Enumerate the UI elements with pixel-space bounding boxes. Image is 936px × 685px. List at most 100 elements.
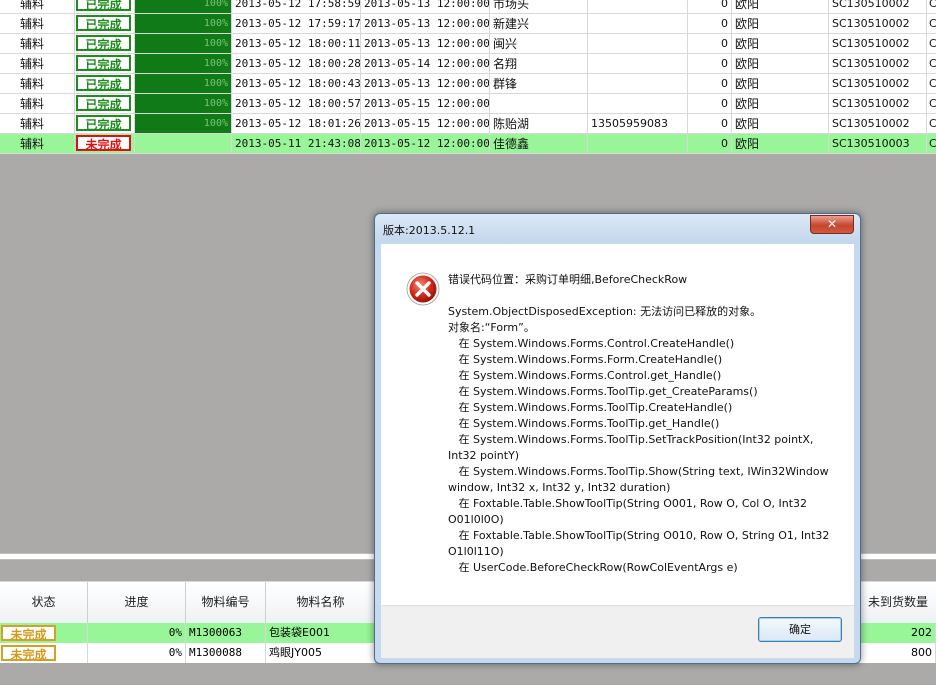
cell-progress[interactable] [135,134,232,154]
cell-status[interactable]: 已完成 [75,54,135,74]
table-row[interactable]: 辅料 已完成 100% 2013-05-12 18:01:26 2013-05-15 1… [0,114,936,134]
cell-due-date[interactable]: 2013-05-15 12:00:00 [361,94,490,114]
header-material-name[interactable]: 物料名称 [266,582,376,624]
cell-progress[interactable]: 100% [135,14,232,34]
cell-overflow[interactable]: C [927,74,936,94]
cell-quantity[interactable]: 0 [688,74,732,94]
cell-type[interactable]: 辅料 [0,14,75,34]
cell-status[interactable]: 已完成 [75,74,135,94]
cell-progress[interactable]: 0% [88,623,186,643]
cell-undelivered-qty[interactable]: 202 [860,623,936,643]
header-status[interactable]: 状态 [0,582,88,624]
cell-order-date[interactable]: 2013-05-12 18:01:26 [232,114,361,134]
cell-quantity[interactable]: 0 [688,94,732,114]
cell-progress[interactable]: 0% [88,643,186,663]
cell-order-date[interactable]: 2013-05-12 18:00:57 [232,94,361,114]
cell-material-name[interactable]: 包装袋E001 [266,623,376,643]
cell-progress[interactable]: 100% [135,114,232,134]
cell-supplier[interactable] [490,94,588,114]
cell-progress[interactable]: 100% [135,54,232,74]
cell-status[interactable]: 未完成 [0,623,88,643]
cell-status[interactable]: 已完成 [75,34,135,54]
table-row[interactable]: 辅料 已完成 100% 2013-05-12 18:00:11 2013-05-13 1… [0,34,936,54]
cell-status[interactable]: 未完成 [75,134,135,154]
table-row[interactable]: 辅料 已完成 100% 2013-05-12 18:00:43 2013-05-13 1… [0,74,936,94]
cell-type[interactable]: 辅料 [0,0,75,14]
cell-order-date[interactable]: 2013-05-11 21:43:08 [232,134,361,154]
cell-person[interactable]: 欧阳 [732,0,829,14]
cell-undelivered-qty[interactable]: 800 [860,643,936,663]
cell-order-code[interactable]: SC130510002 [829,14,927,34]
table-row[interactable]: 辅料 未完成 2013-05-11 21:43:08 2013-05-12 12:00… [0,134,936,154]
cell-supplier[interactable]: 新建兴 [490,14,588,34]
cell-quantity[interactable]: 0 [688,0,732,14]
cell-progress[interactable]: 100% [135,34,232,54]
cell-due-date[interactable]: 2013-05-13 12:00:00 [361,14,490,34]
cell-phone[interactable] [588,14,688,34]
cell-overflow[interactable]: C [927,34,936,54]
table-row[interactable]: 辅料 已完成 100% 2013-05-12 17:59:17 2013-05-13 1… [0,14,936,34]
cell-status[interactable]: 已完成 [75,14,135,34]
cell-overflow[interactable]: C [927,94,936,114]
cell-due-date[interactable]: 2013-05-13 12:00:00 [361,34,490,54]
cell-order-code[interactable]: SC130510002 [829,74,927,94]
table-row[interactable]: 辅料 已完成 100% 2013-05-12 18:00:57 2013-05-15 1… [0,94,936,114]
cell-progress[interactable]: 100% [135,0,232,14]
cell-phone[interactable] [588,54,688,74]
cell-person[interactable]: 欧阳 [732,74,829,94]
cell-type[interactable]: 辅料 [0,94,75,114]
header-undelivered-qty[interactable]: 未到货数量 [860,582,936,624]
cell-phone[interactable] [588,94,688,114]
cell-quantity[interactable]: 0 [688,134,732,154]
table-row[interactable]: 辅料 已完成 100% 2013-05-12 18:00:28 2013-05-14 1… [0,54,936,74]
cell-order-date[interactable]: 2013-05-12 18:00:43 [232,74,361,94]
cell-quantity[interactable]: 0 [688,34,732,54]
cell-progress[interactable]: 100% [135,94,232,114]
cell-phone[interactable] [588,134,688,154]
cell-person[interactable]: 欧阳 [732,114,829,134]
cell-phone[interactable] [588,74,688,94]
header-material-code[interactable]: 物料编号 [186,582,266,624]
cell-order-date[interactable]: 2013-05-12 17:58:59 [232,0,361,14]
cell-overflow[interactable]: C [927,14,936,34]
cell-status[interactable]: 已完成 [75,94,135,114]
cell-supplier[interactable]: 市场头 [490,0,588,14]
cell-type[interactable]: 辅料 [0,34,75,54]
cell-quantity[interactable]: 0 [688,54,732,74]
cell-supplier[interactable]: 名翔 [490,54,588,74]
ok-button[interactable]: 确定 [758,617,842,642]
dialog-titlebar[interactable]: 版本:2013.5.12.1 ✕ [375,214,860,244]
cell-phone[interactable] [588,34,688,54]
cell-person[interactable]: 欧阳 [732,34,829,54]
cell-due-date[interactable]: 2013-05-15 12:00:00 [361,114,490,134]
cell-overflow[interactable]: C [927,134,936,154]
cell-person[interactable]: 欧阳 [732,54,829,74]
cell-quantity[interactable]: 0 [688,14,732,34]
close-button[interactable]: ✕ [810,215,854,234]
cell-order-date[interactable]: 2013-05-12 18:00:28 [232,54,361,74]
cell-supplier[interactable]: 陈贻湖 [490,114,588,134]
cell-order-code[interactable]: SC130510002 [829,34,927,54]
cell-due-date[interactable]: 2013-05-12 12:00:00 [361,134,490,154]
cell-overflow[interactable]: C [927,0,936,14]
cell-type[interactable]: 辅料 [0,74,75,94]
cell-overflow[interactable]: C [927,54,936,74]
cell-supplier[interactable]: 佳德鑫 [490,134,588,154]
cell-order-code[interactable]: SC130510002 [829,114,927,134]
cell-supplier[interactable]: 群锋 [490,74,588,94]
cell-overflow[interactable]: C [927,114,936,134]
cell-type[interactable]: 辅料 [0,114,75,134]
cell-person[interactable]: 欧阳 [732,14,829,34]
cell-status[interactable]: 已完成 [75,0,135,14]
cell-order-date[interactable]: 2013-05-12 18:00:11 [232,34,361,54]
table-row[interactable]: 辅料 已完成 100% 2013-05-12 17:58:59 2013-05-13 1… [0,0,936,14]
cell-phone[interactable]: 13505959083 [588,114,688,134]
cell-due-date[interactable]: 2013-05-14 12:00:00 [361,54,490,74]
cell-quantity[interactable]: 0 [688,114,732,134]
cell-supplier[interactable]: 闽兴 [490,34,588,54]
cell-person[interactable]: 欧阳 [732,134,829,154]
cell-status[interactable]: 已完成 [75,114,135,134]
cell-type[interactable]: 辅料 [0,134,75,154]
cell-type[interactable]: 辅料 [0,54,75,74]
header-progress[interactable]: 进度 [88,582,186,624]
